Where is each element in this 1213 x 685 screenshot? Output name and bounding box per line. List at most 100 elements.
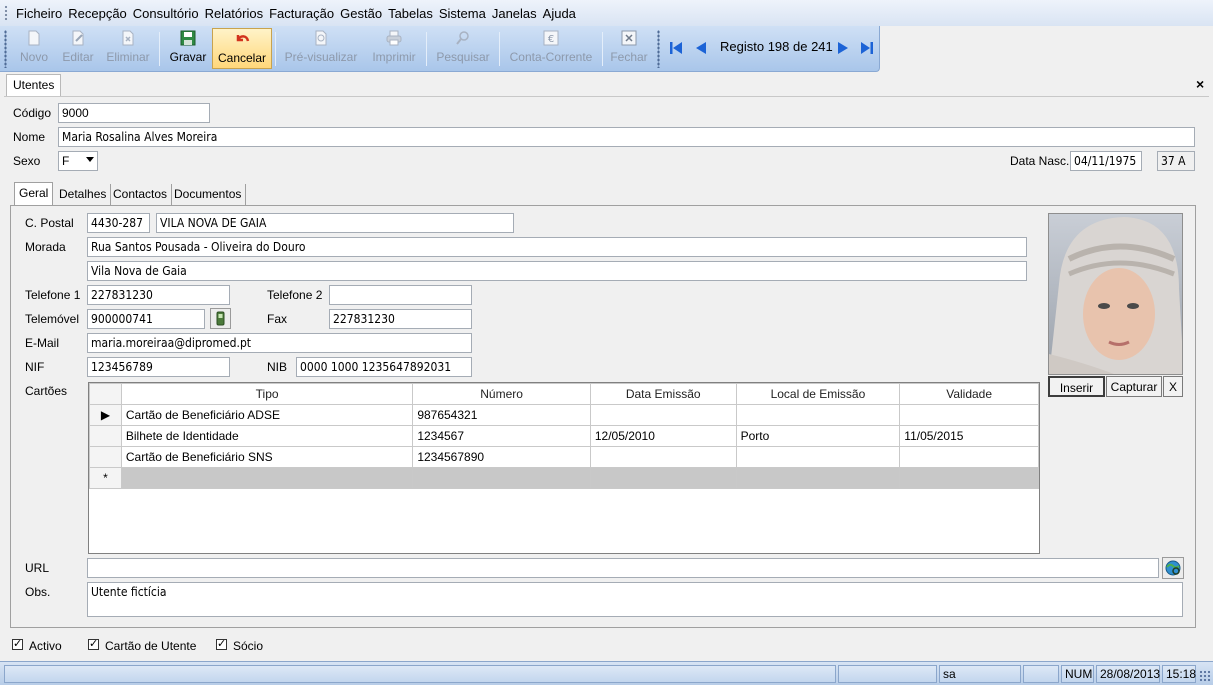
table-cell[interactable] — [589, 404, 737, 426]
status-panel — [838, 665, 937, 683]
menu-gestao[interactable]: Gestão — [340, 6, 388, 21]
resize-grip[interactable] — [1199, 670, 1211, 682]
search-button[interactable]: Pesquisar — [434, 28, 492, 69]
table-cell[interactable]: 11/05/2015 — [899, 425, 1039, 447]
save-icon — [180, 30, 196, 46]
email-field[interactable]: maria.moreiraa@dipromed.pt — [87, 333, 472, 353]
menu-consultorio[interactable]: Consultório — [133, 6, 205, 21]
column-header-tipo[interactable]: Tipo — [120, 383, 414, 405]
column-header-numero[interactable]: Número — [412, 383, 591, 405]
table-row[interactable]: ▶ Cartão de Beneficiário ADSE 987654321 — [89, 404, 1039, 426]
codigo-field[interactable]: 9000 — [58, 103, 210, 123]
tab-utentes[interactable]: Utentes — [6, 74, 62, 96]
open-url-button[interactable] — [1162, 557, 1184, 579]
cpostal-field[interactable]: 4430-287 — [87, 213, 150, 233]
row-header — [89, 446, 122, 468]
localidade-field[interactable]: VILA NOVA DE GAIA — [156, 213, 514, 233]
table-cell[interactable]: Cartão de Beneficiário SNS — [120, 446, 414, 468]
current-row-marker: ▶ — [89, 404, 122, 426]
conta-corrente-button[interactable]: € Conta-Corrente — [506, 28, 596, 69]
call-button[interactable] — [210, 308, 231, 329]
table-cell[interactable]: Porto — [735, 425, 901, 447]
menu-facturacao[interactable]: Facturação — [269, 6, 340, 21]
toolbar-separator — [159, 32, 160, 66]
telefone1-field[interactable]: 227831230 — [87, 285, 230, 305]
table-cell[interactable]: 12/05/2010 — [589, 425, 737, 447]
table-cell[interactable] — [589, 467, 737, 489]
menu-sistema[interactable]: Sistema — [439, 6, 492, 21]
table-cell[interactable] — [899, 404, 1039, 426]
edit-button[interactable]: Editar — [58, 28, 98, 69]
nome-label: Nome — [13, 130, 46, 144]
nib-field[interactable]: 0000 1000 1235647892031 — [296, 357, 472, 377]
socio-checkbox[interactable]: ✓ — [216, 639, 227, 650]
tab-geral[interactable]: Geral — [14, 182, 54, 206]
telefone2-field[interactable] — [329, 285, 472, 305]
prev-record-icon[interactable] — [694, 41, 708, 55]
nif-field[interactable]: 123456789 — [87, 357, 230, 377]
new-button[interactable]: Novo — [14, 28, 54, 69]
insert-photo-button[interactable]: Inserir — [1048, 376, 1105, 397]
tab-contactos[interactable]: Contactos — [109, 184, 173, 206]
menu-relatorios[interactable]: Relatórios — [205, 6, 270, 21]
data-nasc-field[interactable]: 04/11/1975 — [1070, 151, 1142, 171]
table-cell[interactable] — [589, 446, 737, 468]
table-cell[interactable] — [735, 446, 901, 468]
fax-field[interactable]: 227831230 — [329, 309, 472, 329]
toolbar-separator — [499, 32, 500, 66]
activo-label: Activo — [29, 639, 62, 653]
close-form-label: Fechar — [610, 50, 648, 64]
capture-photo-button[interactable]: Capturar — [1106, 376, 1162, 397]
preview-icon — [315, 30, 327, 46]
table-cell[interactable] — [412, 467, 591, 489]
activo-checkbox[interactable]: ✓ — [12, 639, 23, 650]
telemovel-field[interactable]: 900000741 — [87, 309, 205, 329]
table-row[interactable]: Cartão de Beneficiário SNS 1234567890 — [89, 446, 1039, 468]
save-button[interactable]: Gravar — [166, 28, 210, 69]
morada-line1-field[interactable]: Rua Santos Pousada - Oliveira do Douro — [87, 237, 1027, 257]
next-record-icon[interactable] — [836, 41, 850, 55]
status-date: 28/08/2013 — [1096, 665, 1160, 683]
menu-recepcao[interactable]: Recepção — [68, 6, 133, 21]
table-cell[interactable]: Bilhete de Identidade — [120, 425, 414, 447]
remove-photo-button[interactable]: X — [1163, 376, 1183, 397]
last-record-icon[interactable] — [860, 41, 874, 55]
delete-button[interactable]: Eliminar — [103, 28, 153, 69]
obs-field[interactable]: Utente fictícia — [87, 582, 1183, 617]
new-table-row[interactable]: * — [89, 467, 1039, 489]
menu-ajuda[interactable]: Ajuda — [543, 6, 582, 21]
menu-tabelas[interactable]: Tabelas — [388, 6, 439, 21]
tab-detalhes[interactable]: Detalhes — [55, 184, 112, 206]
column-header-data-emissao[interactable]: Data Emissão — [589, 383, 737, 405]
cartao-utente-checkbox[interactable]: ✓ — [88, 639, 99, 650]
close-form-button[interactable]: Fechar — [608, 28, 650, 69]
table-cell[interactable] — [735, 404, 901, 426]
cards-grid[interactable]: Tipo Número Data Emissão Local de Emissã… — [88, 382, 1040, 554]
sexo-label: Sexo — [13, 154, 41, 168]
url-field[interactable] — [87, 558, 1159, 578]
table-cell[interactable] — [899, 446, 1039, 468]
cancel-button[interactable]: Cancelar — [212, 28, 272, 69]
table-cell[interactable]: 1234567 — [412, 425, 591, 447]
new-row-marker: * — [89, 467, 122, 489]
table-cell[interactable] — [120, 467, 414, 489]
first-record-icon[interactable] — [669, 41, 683, 55]
menu-janelas[interactable]: Janelas — [492, 6, 543, 21]
menu-ficheiro[interactable]: Ficheiro — [16, 6, 68, 21]
morada-line2-field[interactable]: Vila Nova de Gaia — [87, 261, 1027, 281]
print-button[interactable]: Imprimir — [368, 28, 420, 69]
column-header-validade[interactable]: Validade — [899, 383, 1039, 405]
cartao-utente-label: Cartão de Utente — [105, 639, 197, 653]
sexo-select[interactable]: F — [58, 151, 98, 171]
table-cell[interactable] — [899, 467, 1039, 489]
column-header-local-emissao[interactable]: Local de Emissão — [735, 383, 901, 405]
nome-field[interactable]: Maria Rosalina Alves Moreira — [58, 127, 1195, 147]
table-cell[interactable]: 1234567890 — [412, 446, 591, 468]
preview-button[interactable]: Pré-visualizar — [282, 28, 360, 69]
close-window-button[interactable]: × — [1196, 76, 1204, 92]
tab-documentos[interactable]: Documentos — [170, 184, 247, 206]
table-cell[interactable]: 987654321 — [412, 404, 591, 426]
table-cell[interactable]: Cartão de Beneficiário ADSE — [120, 404, 414, 426]
table-row[interactable]: Bilhete de Identidade 1234567 12/05/2010… — [89, 425, 1039, 447]
table-cell[interactable] — [735, 467, 901, 489]
